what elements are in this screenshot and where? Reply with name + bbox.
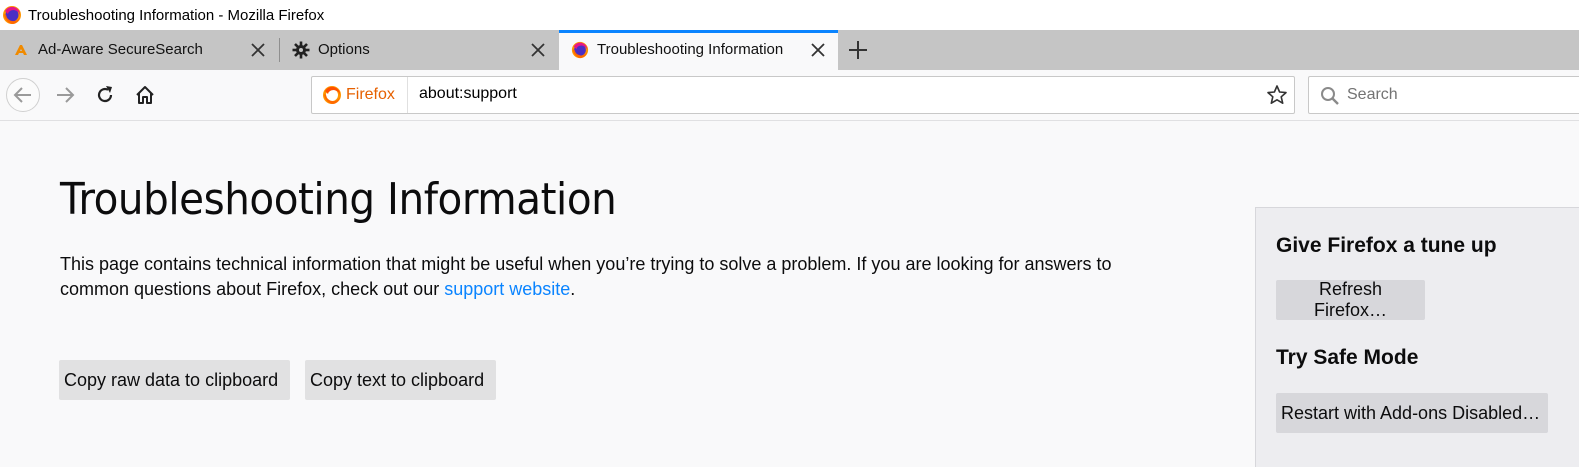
support-website-link[interactable]: support website (444, 279, 570, 299)
close-icon[interactable] (808, 40, 828, 60)
window-title: Troubleshooting Information - Mozilla Fi… (28, 6, 325, 24)
copy-raw-data-button[interactable]: Copy raw data to clipboard (59, 360, 290, 400)
reload-icon (97, 86, 113, 103)
back-button[interactable] (6, 78, 40, 112)
tab-label: Ad-Aware SecureSearch (38, 41, 203, 58)
intro-text: This page contains technical information… (60, 254, 1112, 299)
close-icon[interactable] (248, 40, 268, 60)
nav-bar: Firefox (0, 70, 1579, 121)
refresh-firefox-button[interactable]: Refresh Firefox… (1276, 279, 1425, 320)
copy-text-button[interactable]: Copy text to clipboard (305, 360, 496, 400)
search-bar[interactable] (1308, 76, 1579, 114)
forward-arrow-icon (57, 87, 75, 103)
tuneup-heading: Give Firefox a tune up (1276, 234, 1497, 257)
bookmark-star-icon[interactable] (1266, 84, 1288, 106)
tab-strip: Ad-Aware SecureSearch Options Troublesho… (0, 30, 1579, 70)
url-input[interactable] (419, 85, 1119, 103)
tab-label: Options (318, 41, 370, 58)
url-bar[interactable]: Firefox (311, 76, 1295, 114)
tab-troubleshooting[interactable]: Troubleshooting Information (559, 30, 838, 70)
home-button[interactable] (128, 78, 162, 112)
close-icon[interactable] (528, 40, 548, 60)
tab-options[interactable]: Options (280, 30, 558, 70)
firefox-logo-icon (3, 6, 21, 24)
page-title: Troubleshooting Information (60, 174, 617, 225)
firefox-icon (571, 41, 589, 59)
reload-button[interactable] (88, 78, 122, 112)
home-icon (136, 86, 154, 104)
forward-button[interactable] (48, 78, 82, 112)
ad-aware-icon (15, 45, 27, 55)
tab-ad-aware[interactable]: Ad-Aware SecureSearch (0, 30, 278, 70)
intro-paragraph: This page contains technical information… (60, 252, 1180, 302)
search-icon (1321, 87, 1339, 105)
window-titlebar: Troubleshooting Information - Mozilla Fi… (0, 0, 1579, 30)
gear-icon (292, 41, 310, 59)
tab-label: Troubleshooting Information (597, 41, 784, 58)
search-input[interactable] (1347, 86, 1567, 104)
reset-box: Give Firefox a tune up Refresh Firefox… … (1255, 207, 1579, 467)
identity-label: Firefox (346, 86, 395, 103)
identity-box[interactable]: Firefox (312, 77, 408, 113)
safe-mode-heading: Try Safe Mode (1276, 346, 1419, 369)
firefox-icon (323, 86, 341, 104)
new-tab-icon[interactable] (846, 38, 870, 62)
intro-end: . (570, 279, 576, 299)
restart-addons-disabled-button[interactable]: Restart with Add-ons Disabled… (1276, 393, 1548, 433)
back-arrow-icon (13, 87, 31, 103)
